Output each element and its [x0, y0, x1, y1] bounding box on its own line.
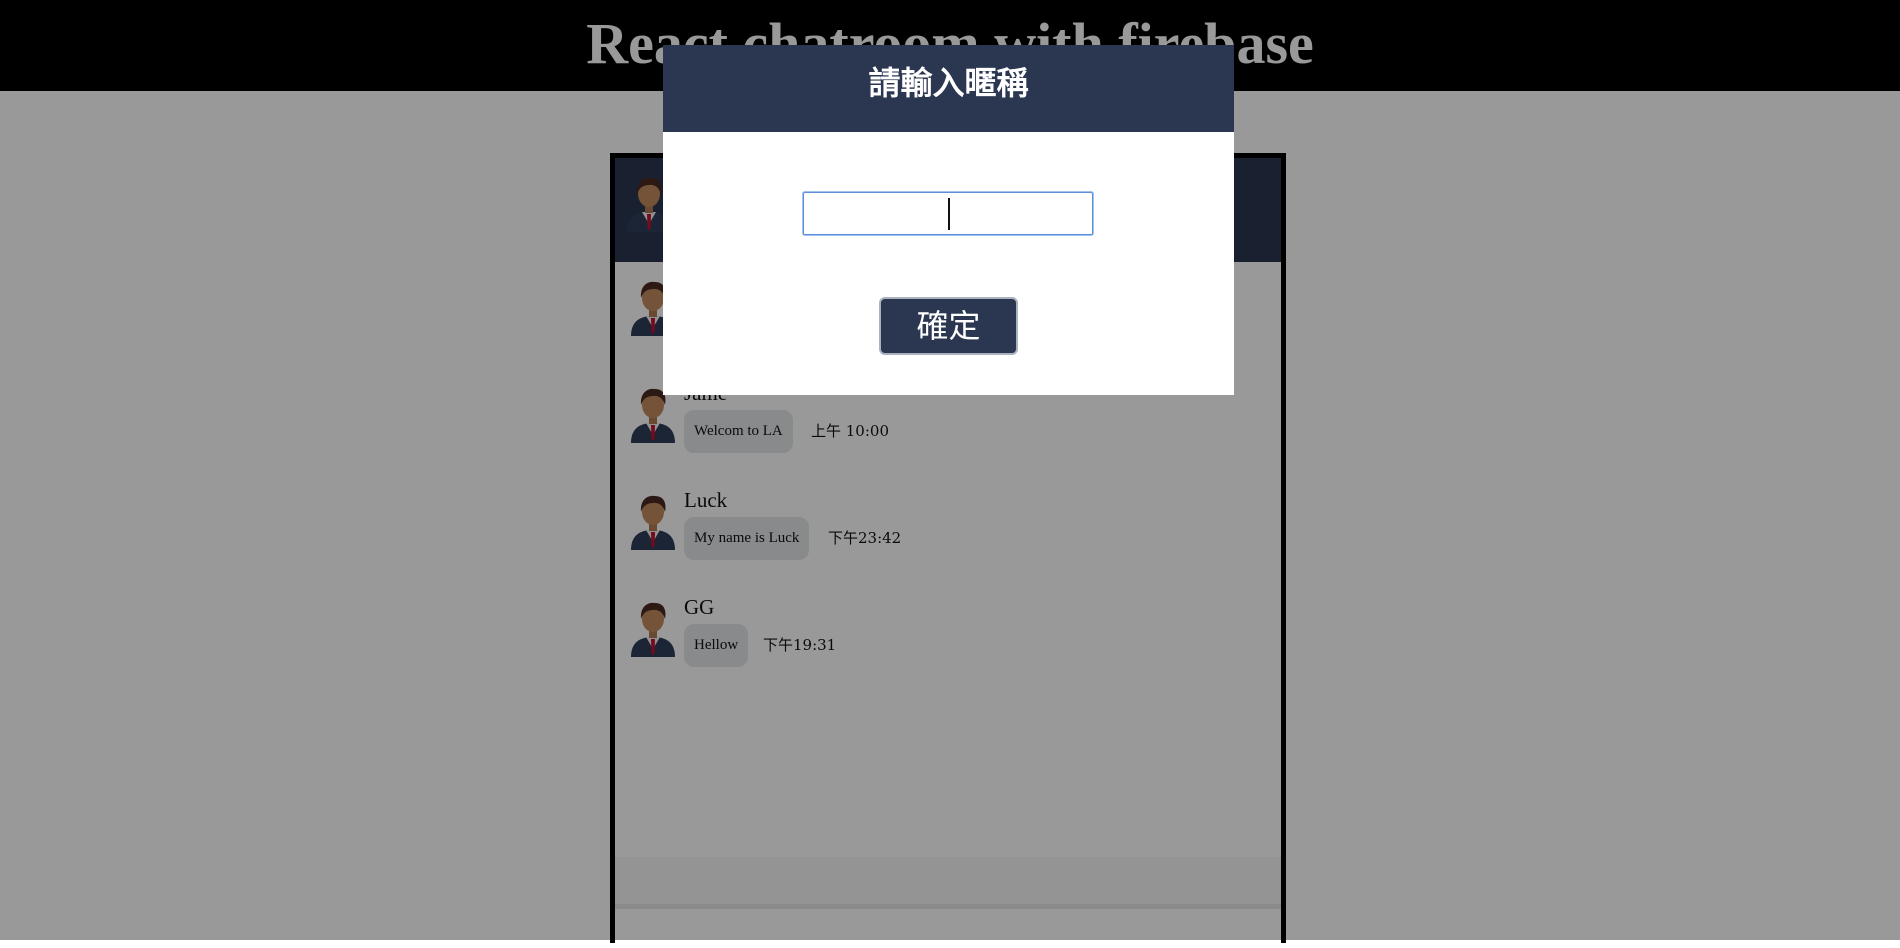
- nickname-input[interactable]: [803, 192, 1093, 235]
- modal-header: 請輸入暱稱: [663, 45, 1234, 132]
- modal-title: 請輸入暱稱: [868, 64, 1029, 102]
- text-caret: [948, 198, 950, 230]
- nickname-modal: 請輸入暱稱 確定: [663, 45, 1234, 395]
- confirm-button[interactable]: 確定: [879, 297, 1018, 355]
